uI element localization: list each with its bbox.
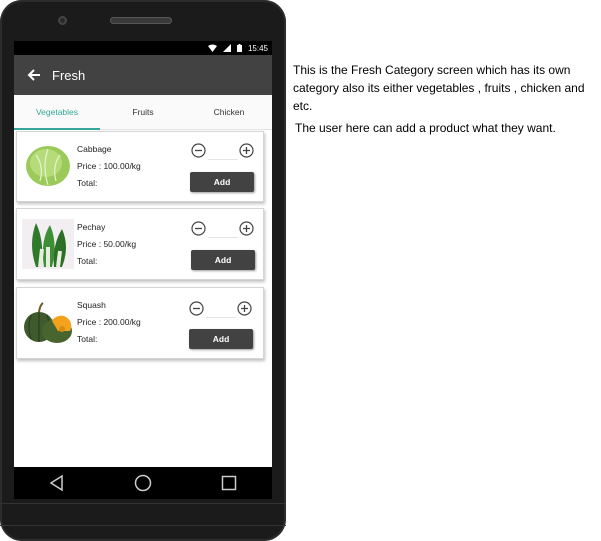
product-card-squash: Squash Price : 200.00/kg Total: Add	[16, 287, 264, 359]
cabbage-image	[26, 146, 70, 186]
bottom-bezel-line-2	[0, 525, 286, 526]
add-button[interactable]: Add	[191, 250, 255, 270]
tab-fruits[interactable]: Fruits	[100, 95, 186, 129]
page-title: Fresh	[52, 67, 86, 83]
product-info: Pechay Price : 50.00/kg Total:	[77, 219, 136, 270]
annotation-notes: This is the Fresh Category screen which …	[293, 61, 599, 137]
product-total: Total:	[77, 178, 98, 188]
quantity-field[interactable]	[206, 317, 236, 318]
add-button[interactable]: Add	[189, 329, 253, 349]
category-tabs: Vegetables Fruits Chicken	[14, 95, 272, 130]
nav-back-icon[interactable]	[46, 472, 68, 494]
product-name: Cabbage	[77, 144, 112, 154]
product-name: Pechay	[77, 222, 106, 232]
product-price: Price : 200.00/kg	[77, 317, 141, 327]
back-arrow-icon[interactable]	[26, 67, 42, 83]
product-info: Cabbage Price : 100.00/kg Total:	[77, 141, 141, 192]
product-price: Price : 100.00/kg	[77, 161, 141, 171]
minus-circle-icon[interactable]	[189, 301, 204, 316]
product-price: Price : 50.00/kg	[77, 239, 137, 249]
nav-home-icon[interactable]	[132, 472, 154, 494]
signal-icon	[222, 44, 231, 52]
status-time: 15:45	[247, 43, 268, 53]
pechay-image	[22, 219, 74, 269]
add-button[interactable]: Add	[190, 172, 254, 192]
annotation-note: This is the Fresh Category screen which …	[293, 63, 585, 113]
quantity-field[interactable]	[208, 237, 238, 238]
annotation-note: The user here can add a product what the…	[295, 121, 556, 135]
product-total: Total:	[77, 256, 98, 266]
plus-circle-icon[interactable]	[239, 143, 254, 158]
app-bar: Fresh	[14, 55, 272, 95]
quantity-field[interactable]	[208, 159, 238, 160]
minus-circle-icon[interactable]	[191, 221, 206, 236]
product-name: Squash	[77, 300, 106, 310]
product-card-cabbage: Cabbage Price : 100.00/kg Total: Add	[16, 131, 264, 202]
product-info: Squash Price : 200.00/kg Total:	[77, 297, 141, 348]
tab-vegetables[interactable]: Vegetables	[14, 95, 100, 130]
nav-recents-icon[interactable]	[218, 472, 240, 494]
tab-chicken[interactable]: Chicken	[186, 95, 272, 129]
android-nav-bar	[14, 467, 272, 499]
phone-frame: 15:45 Fresh Vegetables Fruits Chicken Ca…	[0, 0, 286, 541]
squash-image	[24, 302, 72, 343]
front-camera	[58, 16, 67, 25]
product-card-pechay: Pechay Price : 50.00/kg Total: Add	[16, 208, 264, 280]
bottom-bezel-line	[0, 503, 286, 504]
product-total: Total:	[77, 334, 98, 344]
minus-circle-icon[interactable]	[191, 143, 206, 158]
app-screen: 15:45 Fresh Vegetables Fruits Chicken Ca…	[14, 41, 272, 467]
earpiece-speaker	[110, 17, 172, 24]
plus-circle-icon[interactable]	[239, 221, 254, 236]
status-bar: 15:45	[14, 41, 272, 55]
plus-circle-icon[interactable]	[237, 301, 252, 316]
wifi-icon	[207, 44, 217, 52]
battery-icon	[236, 44, 242, 52]
